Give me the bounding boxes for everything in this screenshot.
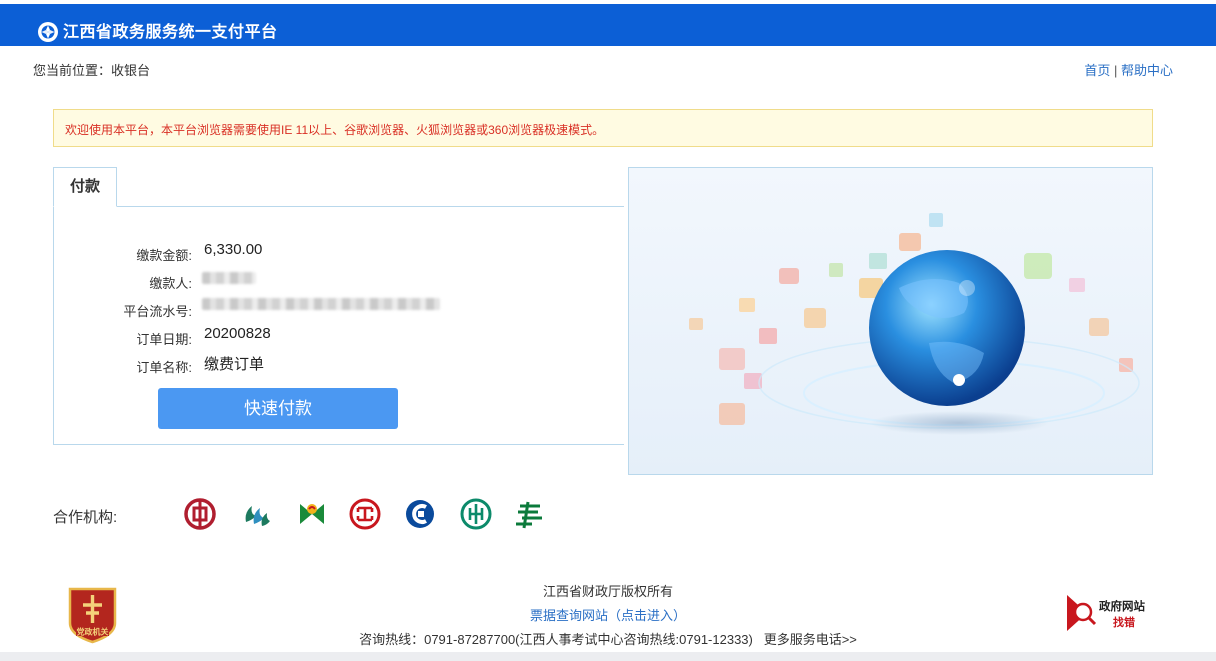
serial-number-label: 平台流水号:	[123, 304, 192, 319]
invoice-query-link[interactable]: 票据查询网站（点击进入）	[530, 608, 686, 623]
badge-text: 党政机关	[77, 627, 109, 637]
platform-logo-icon	[38, 22, 58, 42]
postal-savings-icon	[516, 501, 542, 529]
browser-notice: 欢迎使用本平台，本平台浏览器需要使用IE 11以上、谷歌浏览器、火狐浏览器或36…	[53, 109, 1153, 147]
order-name-label: 订单名称:	[136, 360, 192, 375]
amount-value: 6,330.00	[204, 241, 263, 258]
gov-website-error-report-icon[interactable]: 政府网站 找错	[1065, 593, 1157, 635]
bank-of-china-icon	[184, 498, 216, 530]
breadcrumb: 您当前位置：收银台	[33, 63, 151, 78]
more-phones-link[interactable]: 更多服务电话>>	[764, 632, 857, 647]
tab-payment[interactable]: 付款	[53, 167, 117, 207]
order-date-label: 订单日期:	[136, 332, 192, 347]
party-gov-badge-icon[interactable]: 党政机关	[66, 583, 119, 644]
site-title: 江西省政务服务统一支付平台	[63, 24, 278, 41]
hotline-text: 咨询热线：0791-87287700(江西人事考试中心咨询热线:0791-123…	[359, 632, 753, 647]
link-separator: |	[1113, 63, 1118, 78]
huaxia-bank-icon	[245, 506, 270, 526]
payer-value-redacted	[202, 272, 256, 284]
order-date-value: 20200828	[204, 325, 271, 342]
copyright-text: 江西省财政厅版权所有	[542, 584, 673, 599]
order-name-value: 缴费订单	[204, 356, 265, 373]
gov-logo-line2: 找错	[1113, 615, 1135, 629]
quick-pay-button[interactable]: 快速付款	[158, 388, 398, 429]
amount-label: 缴款金额:	[136, 248, 192, 263]
ccb-icon	[406, 500, 434, 528]
top-links: 首页 | 帮助中心	[1084, 60, 1173, 79]
globe-banner	[628, 167, 1153, 475]
abc-icon	[460, 498, 492, 530]
gov-logo-line1: 政府网站	[1099, 599, 1145, 613]
hotline-row: 咨询热线：0791-87287700(江西人事考试中心咨询热线:0791-123…	[308, 629, 908, 648]
serial-number-value-redacted	[202, 298, 440, 310]
footer-link-row: 票据查询网站（点击进入）	[308, 605, 908, 624]
globe-illustration	[689, 213, 1140, 435]
bottom-band	[0, 652, 1216, 661]
help-center-link[interactable]: 帮助中心	[1121, 63, 1173, 78]
home-link[interactable]: 首页	[1084, 63, 1110, 78]
payer-label: 缴款人:	[149, 276, 192, 291]
icbc-icon	[349, 498, 381, 530]
rural-credit-icon	[300, 504, 324, 524]
partners-label: 合作机构:	[53, 509, 118, 526]
tab-divider	[63, 206, 624, 207]
